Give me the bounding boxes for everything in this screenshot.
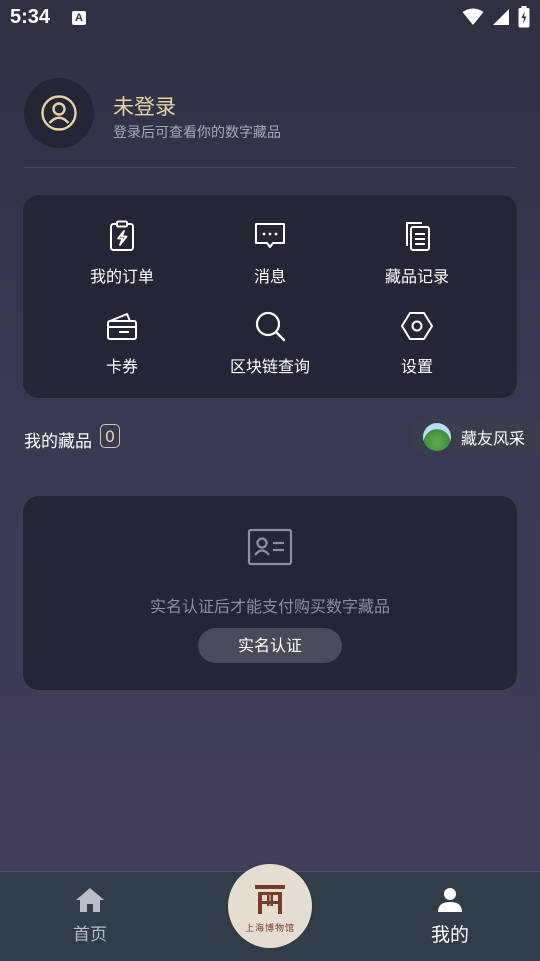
battery-icon (518, 6, 530, 28)
home-icon (76, 888, 104, 912)
menu-item-label: 消息 (253, 267, 286, 286)
museum-logo-text: 上海博物馆 (244, 924, 295, 934)
status-time: 5:34 (10, 6, 51, 28)
status-bar: 5:34 A (0, 0, 540, 36)
menu-item-label: 藏品记录 (384, 267, 449, 286)
divider (24, 167, 516, 168)
menu-item-label: 区块链查询 (229, 357, 310, 376)
menu-item-orders[interactable]: 我的订单 (40, 215, 204, 295)
search-icon (255, 311, 286, 342)
login-hint: 登录后可查看你的数字藏品 (113, 125, 281, 141)
nav-home-label: 首页 (73, 925, 107, 945)
avatar[interactable] (24, 78, 94, 148)
museum-logo-icon (255, 885, 285, 914)
wifi-icon (462, 8, 484, 25)
menu-card: 我的订单 消息 藏品记录 卡券 区块链查询 设置 (23, 195, 517, 398)
document-stack-icon (406, 222, 430, 251)
username[interactable]: 未登录 (113, 91, 176, 121)
verification-card: 实名认证后才能支付购买数字藏品 实名认证 (23, 496, 517, 690)
menu-item-coupons[interactable]: 卡券 (40, 305, 204, 385)
menu-item-label: 卡券 (105, 357, 138, 376)
message-bubble-icon (255, 223, 285, 248)
collectors-showcase-label: 藏友风采 (461, 429, 526, 448)
menu-item-messages[interactable]: 消息 (188, 215, 352, 295)
real-name-verify-button[interactable]: 实名认证 (198, 628, 342, 663)
signal-icon (493, 9, 509, 25)
collection-count-badge: 0 (100, 424, 120, 448)
nav-mine-label: 我的 (430, 924, 469, 946)
my-collection-title: 我的藏品 (24, 432, 92, 452)
status-icons (462, 6, 530, 28)
settings-hexagon-icon (401, 312, 433, 340)
coupon-wallet-icon (107, 313, 137, 340)
id-card-icon (247, 528, 293, 566)
landscape-avatar-icon (423, 423, 451, 451)
menu-item-settings[interactable]: 设置 (335, 305, 499, 385)
verify-message: 实名认证后才能支付购买数字藏品 (149, 597, 390, 616)
menu-item-label: 设置 (400, 357, 433, 376)
order-clipboard-icon (110, 220, 134, 251)
nav-mine[interactable]: 我的 (390, 886, 510, 947)
person-icon (438, 888, 462, 912)
collectors-showcase-button[interactable]: 藏友风采 (411, 418, 540, 456)
menu-item-blockchain-query[interactable]: 区块链查询 (188, 305, 352, 385)
museum-logo-button[interactable]: 上海博物馆 (228, 864, 312, 948)
menu-item-collection-records[interactable]: 藏品记录 (335, 215, 499, 295)
menu-item-label: 我的订单 (89, 267, 154, 286)
notification-a-icon: A (72, 11, 86, 25)
user-avatar-icon (41, 95, 77, 131)
nav-home[interactable]: 首页 (30, 886, 150, 945)
